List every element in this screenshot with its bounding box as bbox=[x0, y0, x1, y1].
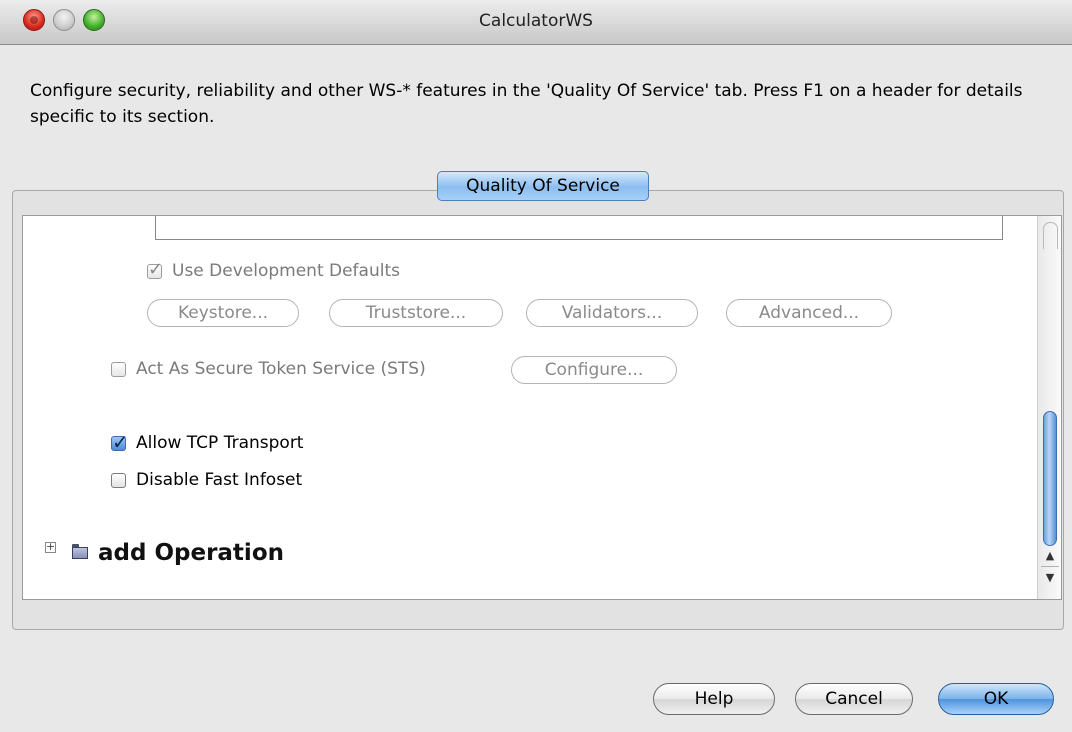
advanced-button[interactable]: Advanced... bbox=[726, 299, 892, 327]
window-title: CalculatorWS bbox=[479, 11, 593, 31]
sts-row[interactable]: Act As Secure Token Service (STS) bbox=[111, 359, 426, 379]
allow-tcp-checkbox[interactable] bbox=[111, 430, 129, 454]
scrollbar-thumb[interactable] bbox=[1043, 411, 1057, 546]
use-development-defaults-row[interactable]: Use Development Defaults bbox=[147, 259, 400, 281]
disable-fast-infoset-label: Disable Fast Infoset bbox=[136, 470, 303, 490]
truststore-button[interactable]: Truststore... bbox=[329, 299, 503, 327]
vertical-scrollbar[interactable]: ▲ ▼ bbox=[1037, 216, 1061, 599]
sts-label: Act As Secure Token Service (STS) bbox=[136, 359, 426, 379]
scroll-up-arrow-icon[interactable]: ▲ bbox=[1043, 549, 1057, 562]
sts-checkbox[interactable] bbox=[111, 361, 126, 377]
allow-tcp-row[interactable]: Allow TCP Transport bbox=[111, 430, 304, 454]
expand-plus-icon[interactable]: + bbox=[45, 541, 56, 553]
description-text: Configure security, reliability and othe… bbox=[30, 81, 1023, 127]
folder-icon bbox=[72, 544, 88, 559]
scrollbar-track-cap bbox=[1043, 222, 1058, 249]
scroll-down-arrow-icon[interactable]: ▼ bbox=[1043, 571, 1057, 584]
qos-content-area: Use Development Defaults Keystore... Tru… bbox=[22, 215, 1062, 600]
allow-tcp-label: Allow TCP Transport bbox=[136, 433, 304, 453]
disable-fast-infoset-row[interactable]: Disable Fast Infoset bbox=[111, 470, 302, 490]
use-development-defaults-checkbox[interactable] bbox=[147, 259, 163, 280]
configure-sts-button[interactable]: Configure... bbox=[511, 356, 677, 384]
keystore-button[interactable]: Keystore... bbox=[147, 299, 299, 327]
title-bar: CalculatorWS bbox=[0, 0, 1072, 45]
use-development-defaults-label: Use Development Defaults bbox=[172, 261, 400, 281]
help-button[interactable]: Help bbox=[653, 683, 775, 715]
disable-fast-infoset-checkbox[interactable] bbox=[111, 472, 126, 488]
ok-button[interactable]: OK bbox=[938, 683, 1054, 715]
add-operation-label: add Operation bbox=[98, 540, 284, 566]
scroll-arrow-divider bbox=[1041, 566, 1059, 567]
validators-button[interactable]: Validators... bbox=[526, 299, 698, 327]
cancel-button[interactable]: Cancel bbox=[795, 683, 913, 715]
tab-quality-of-service[interactable]: Quality Of Service bbox=[437, 171, 649, 201]
top-panel-box bbox=[155, 216, 1003, 240]
add-operation-node[interactable]: + add Operation bbox=[45, 540, 284, 566]
